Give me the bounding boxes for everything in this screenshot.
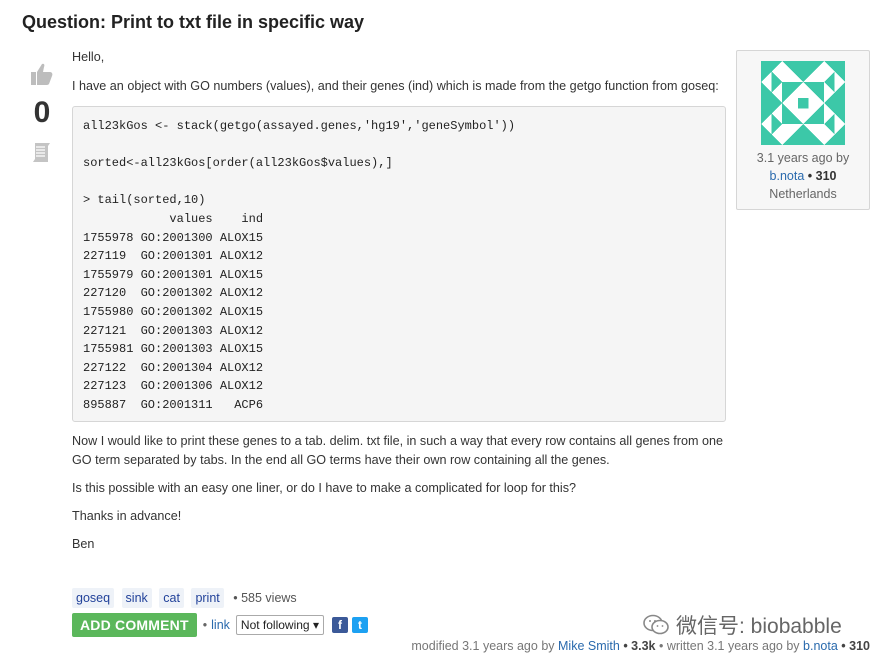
tag-print[interactable]: print [191,588,224,608]
post-actions: ADD COMMENT • link Not following ▾ f t [72,613,368,637]
modified-info: modified 3.1 years ago by Mike Smith • 3… [411,639,870,653]
vote-column: 0 [24,60,60,166]
thumbs-up-icon[interactable] [28,60,56,88]
post-question: Is this possible with an easy one liner,… [72,480,577,495]
watermark: 微信号: biobabble [642,610,842,640]
permalink[interactable]: link [211,618,230,632]
tag-goseq[interactable]: goseq [72,588,115,608]
post-signoff: Ben [72,536,95,551]
post-intro: I have an object with GO numbers (values… [72,79,719,93]
post-description: Now I would like to print these genes to… [72,433,724,467]
question-body: Hello, I have an object with GO numbers … [72,48,732,554]
user-location: Netherlands [769,187,837,201]
facebook-icon[interactable]: f [331,617,348,633]
user-link[interactable]: b.nota [770,169,805,183]
user-reputation: • 310 [807,169,837,183]
modified-prefix: modified 3.1 years ago by [411,639,555,653]
separator-bullet: • [202,618,208,632]
follow-label: Not following [240,618,310,632]
user-card-time: 3.1 years ago by [756,151,850,165]
post-thanks: Thanks in advance! [72,508,182,523]
bookmark-icon[interactable] [29,140,55,166]
tag-sink[interactable]: sink [121,588,152,608]
view-count: • 585 views [233,591,297,605]
twitter-icon[interactable]: t [351,617,368,633]
tag-list: goseq sink cat print • 585 views [72,588,297,608]
tag-cat[interactable]: cat [159,588,184,608]
follow-dropdown[interactable]: Not following ▾ [235,615,324,635]
editor-link[interactable]: Mike Smith [558,639,620,653]
question-title: Question: Print to txt file in specific … [22,12,365,32]
written-text: • written 3.1 years ago by [658,639,800,653]
chevron-down-icon: ▾ [312,618,319,632]
watermark-text: 微信号: biobabble [676,615,842,638]
code-block: all23kGos <- stack(getgo(assayed.genes,'… [72,106,726,422]
user-card: 3.1 years ago by b.nota • 310 Netherland… [736,50,870,210]
author-reputation: • 310 [841,639,870,653]
add-comment-button[interactable]: ADD COMMENT [72,613,197,637]
post-greeting: Hello, [72,50,105,64]
avatar[interactable] [761,61,845,145]
editor-reputation: • 3.3k [623,639,656,653]
wechat-icon [643,614,669,635]
vote-score: 0 [33,96,51,129]
author-link[interactable]: b.nota [803,639,838,653]
